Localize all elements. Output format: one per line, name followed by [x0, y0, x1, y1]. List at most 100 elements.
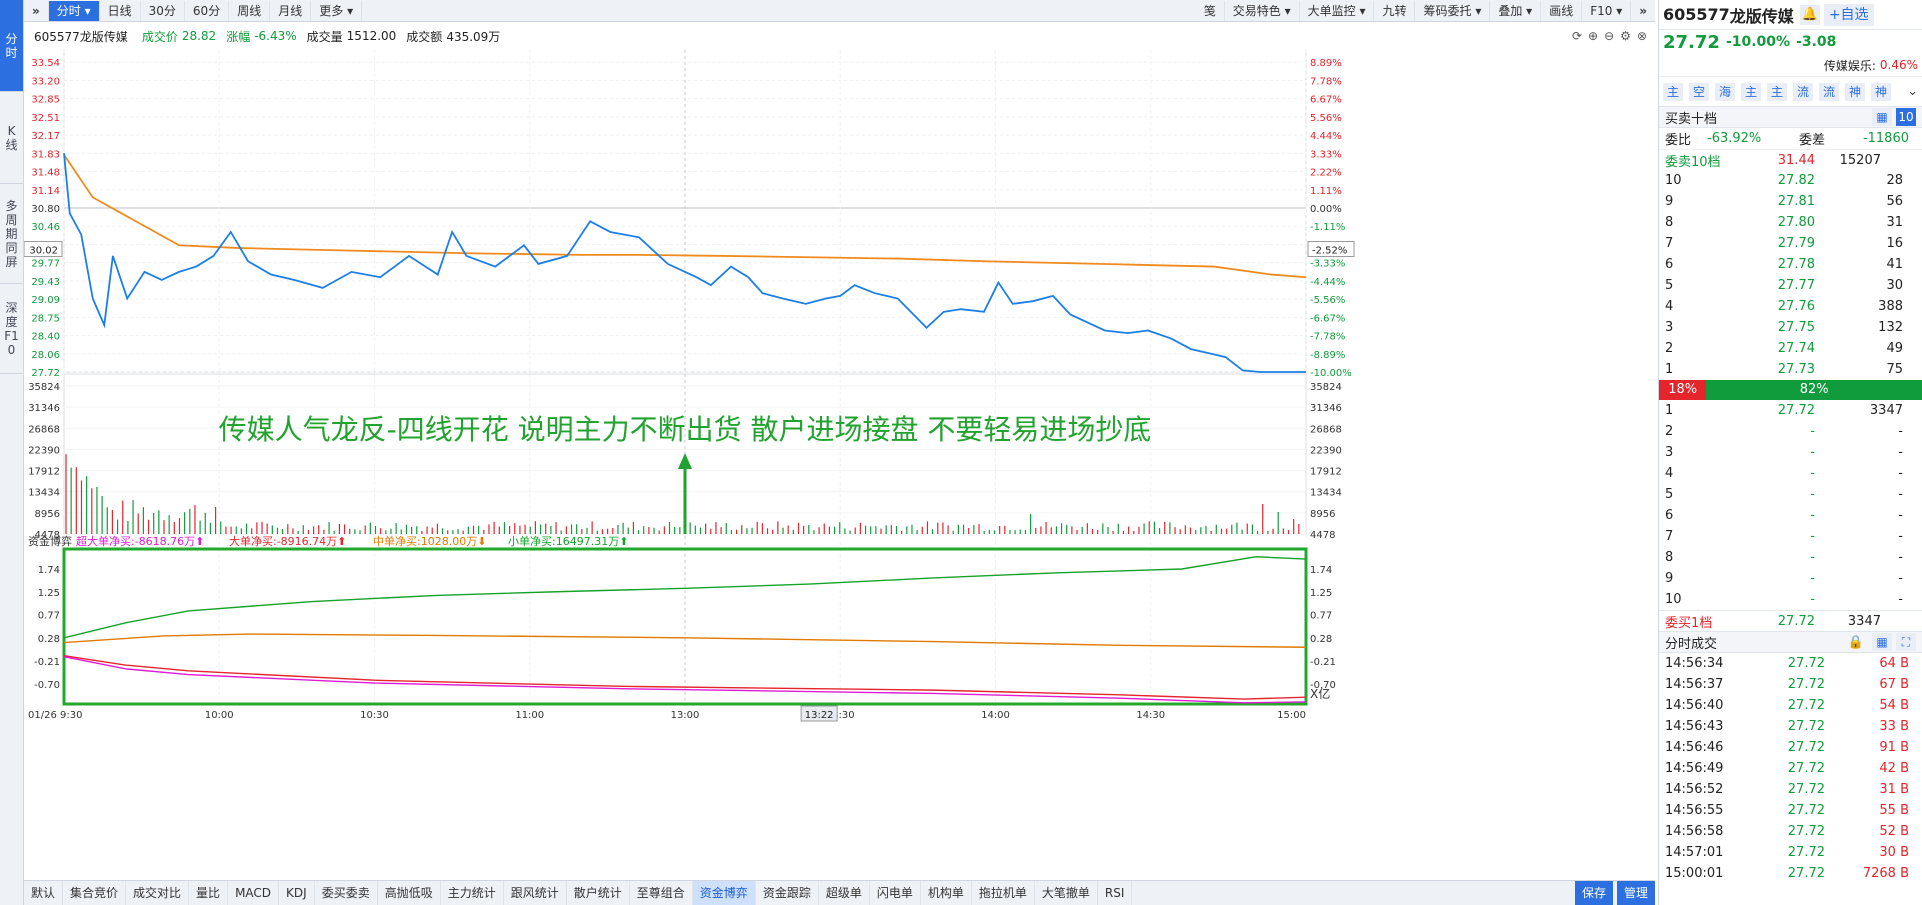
- add-watchlist-button[interactable]: +自选: [1823, 3, 1874, 26]
- feature-tag[interactable]: 主: [1767, 82, 1787, 101]
- big-order-monitor-button[interactable]: 大单监控 ▾: [1300, 0, 1375, 21]
- ask-level-row[interactable]: 4 27.76 388: [1659, 296, 1922, 317]
- indicator-tab[interactable]: 闪电单: [870, 881, 921, 905]
- tab-more[interactable]: 更多 ▾: [311, 0, 363, 21]
- indicator-tab[interactable]: 机构单: [921, 881, 972, 905]
- indicator-tab[interactable]: 委买委卖: [315, 881, 378, 905]
- flow-tick-label: 1.74: [38, 565, 60, 576]
- bid-level-row[interactable]: 5 - -: [1659, 484, 1922, 505]
- trade-feature-button[interactable]: 交易特色 ▾: [1225, 0, 1300, 21]
- indicator-tab[interactable]: 高抛低吸: [378, 881, 441, 905]
- indicator-tab[interactable]: 默认: [24, 881, 64, 905]
- draw-line-button[interactable]: 画线: [1541, 0, 1583, 21]
- wei-cha-label: 委差: [1799, 133, 1826, 148]
- trade-row: 14:56:55 27.72 55 B: [1659, 800, 1922, 821]
- ask-level-row[interactable]: 5 27.77 30: [1659, 275, 1922, 296]
- refresh-icon[interactable]: ⟳: [1572, 29, 1582, 43]
- indicator-tab[interactable]: 超级单: [819, 881, 870, 905]
- collapse-icon[interactable]: »: [24, 0, 49, 21]
- rail-tab-kline[interactable]: K线: [0, 92, 23, 184]
- expand-icon[interactable]: »: [1631, 1, 1655, 21]
- indicator-tab[interactable]: 量比: [189, 881, 229, 905]
- level-price: 27.81: [1777, 194, 1815, 209]
- chip-order-button[interactable]: 筹码委托 ▾: [1415, 0, 1491, 21]
- indicator-tab[interactable]: 资金博弈: [692, 881, 756, 905]
- feature-tag[interactable]: 主: [1741, 82, 1761, 101]
- indicator-tab[interactable]: MACD: [228, 881, 280, 905]
- tab-monthly[interactable]: 月线: [270, 0, 312, 21]
- flow-tick-label: -0.21: [34, 657, 60, 668]
- indicator-tab[interactable]: 拖拉机单: [972, 881, 1035, 905]
- gear-icon[interactable]: ⚙: [1620, 29, 1631, 43]
- ask-level-row[interactable]: 2 27.74 49: [1659, 338, 1922, 359]
- bid-level-row[interactable]: 3 - -: [1659, 442, 1922, 463]
- ten-level-button[interactable]: 10: [1896, 108, 1916, 126]
- lock-icon[interactable]: 🔒: [1848, 635, 1864, 650]
- close-icon[interactable]: ⊗: [1637, 29, 1647, 43]
- sector-name[interactable]: 传媒娱乐:: [1824, 57, 1876, 74]
- timeshare-chart-svg[interactable]: 33.88 10.00% 33.54 8.89% 33.20 7.78% 32.85 6.67…: [23, 40, 1655, 881]
- calculator-icon[interactable]: ▦: [1872, 108, 1892, 126]
- indicator-tab[interactable]: 成交对比: [126, 881, 190, 905]
- level-volume: -: [1898, 592, 1903, 607]
- rail-tab-depth-f10[interactable]: 深度F10: [0, 284, 23, 374]
- indicator-tab[interactable]: 至尊组合: [630, 881, 693, 905]
- indicator-tab[interactable]: 大笔撤单: [1035, 881, 1098, 905]
- feature-tag[interactable]: 神: [1871, 82, 1891, 101]
- indicator-tab[interactable]: RSI: [1098, 881, 1133, 905]
- feature-tag[interactable]: 空: [1689, 82, 1709, 101]
- manage-button[interactable]: 管理: [1616, 881, 1655, 905]
- save-button[interactable]: 保存: [1574, 881, 1613, 905]
- rail-tab-multi-period[interactable]: 多周期同屏: [0, 184, 23, 284]
- indicator-tab[interactable]: 散户统计: [567, 881, 630, 905]
- bid-level-row[interactable]: 7 - -: [1659, 526, 1922, 547]
- ask-level-row[interactable]: 10 27.82 28: [1659, 170, 1922, 191]
- trade-price: 27.72: [1787, 677, 1825, 692]
- ask-level-row[interactable]: 9 27.81 56: [1659, 191, 1922, 212]
- ask-level-row[interactable]: 7 27.79 16: [1659, 233, 1922, 254]
- volume-tick-label: 17912: [1310, 467, 1342, 478]
- note-button[interactable]: 笺: [1196, 0, 1225, 21]
- rail-tab-timeshare[interactable]: 分时: [0, 0, 23, 92]
- trade-price: 27.72: [1787, 656, 1825, 671]
- indicator-tab[interactable]: 跟风统计: [504, 881, 567, 905]
- bid-level-row[interactable]: 6 - -: [1659, 505, 1922, 526]
- bid-level-row[interactable]: 4 - -: [1659, 463, 1922, 484]
- feature-tag[interactable]: 海: [1715, 82, 1735, 101]
- overlay-button[interactable]: 叠加 ▾: [1490, 0, 1542, 21]
- tab-30min[interactable]: 30分: [141, 0, 185, 21]
- fullscreen-icon[interactable]: ⛶: [1896, 633, 1916, 651]
- ask-level-row[interactable]: 6 27.78 41: [1659, 254, 1922, 275]
- flow-title: 资金博弈: [28, 534, 72, 548]
- bid-level-row[interactable]: 1 27.72 3347: [1659, 400, 1922, 421]
- bid-level-row[interactable]: 2 - -: [1659, 421, 1922, 442]
- ask-level-row[interactable]: 8 27.80 31: [1659, 212, 1922, 233]
- trade-time: 14:56:49: [1665, 761, 1724, 776]
- tab-timeshare[interactable]: 分时 ▾: [48, 0, 100, 21]
- f10-button[interactable]: F10 ▾: [1582, 0, 1632, 21]
- bid-level-row[interactable]: 10 - -: [1659, 589, 1922, 610]
- volume-tick-label: 4478: [1310, 530, 1335, 541]
- calculator-icon[interactable]: ▦: [1872, 633, 1892, 651]
- feature-tag[interactable]: 流: [1819, 82, 1839, 101]
- ask-level-row[interactable]: 3 27.75 132: [1659, 317, 1922, 338]
- feature-tag[interactable]: 神: [1845, 82, 1865, 101]
- feature-tag[interactable]: 流: [1793, 82, 1813, 101]
- tab-daily[interactable]: 日线: [100, 0, 141, 21]
- indicator-tab[interactable]: 资金跟踪: [756, 881, 819, 905]
- chevron-down-icon[interactable]: ⌄: [1907, 84, 1918, 99]
- tab-weekly[interactable]: 周线: [229, 0, 271, 21]
- ask-level-row[interactable]: 1 27.73 75: [1659, 359, 1922, 380]
- nine-turn-button[interactable]: 九转: [1374, 0, 1416, 21]
- feature-tag[interactable]: 主: [1663, 82, 1683, 101]
- bid-level-row[interactable]: 8 - -: [1659, 547, 1922, 568]
- tab-60min[interactable]: 60分: [185, 0, 230, 21]
- chart-area[interactable]: 33.88 10.00% 33.54 8.89% 33.20 7.78% 32.85 6.67…: [23, 40, 1655, 881]
- bell-icon[interactable]: 🔔: [1799, 4, 1820, 25]
- bid-level-row[interactable]: 9 - -: [1659, 568, 1922, 589]
- zoom-in-icon[interactable]: ⊕: [1588, 29, 1598, 43]
- indicator-tab[interactable]: KDJ: [279, 881, 315, 905]
- zoom-out-icon[interactable]: ⊖: [1604, 29, 1614, 43]
- indicator-tab[interactable]: 集合竞价: [63, 881, 127, 905]
- indicator-tab[interactable]: 主力统计: [441, 881, 504, 905]
